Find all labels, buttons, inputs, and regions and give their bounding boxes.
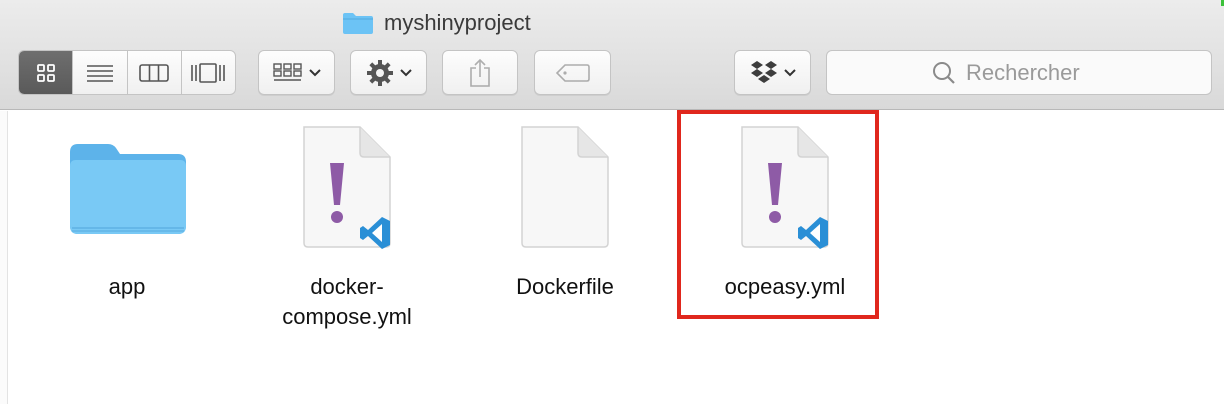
sidebar-edge	[0, 111, 8, 404]
icon-view-button[interactable]	[19, 51, 74, 94]
column-view-button[interactable]	[128, 51, 182, 94]
search-icon	[933, 61, 955, 84]
share-button[interactable]	[442, 50, 518, 95]
cover-flow-view-button[interactable]	[182, 51, 235, 94]
grid-icon	[36, 63, 55, 82]
dropbox-icon	[750, 60, 777, 83]
file-icon-container	[470, 118, 660, 258]
window-toolbar: myshinyproject	[0, 0, 1224, 110]
chevron-down-icon	[783, 68, 796, 76]
file-item-docker-compose[interactable]: docker-compose.yml	[252, 118, 442, 332]
window-title: myshinyproject	[342, 8, 531, 38]
file-name: Dockerfile	[516, 274, 614, 299]
file-icon-container	[252, 118, 442, 258]
share-icon	[470, 58, 490, 87]
search-input[interactable]	[966, 59, 1106, 86]
arrange-grid-icon	[272, 62, 302, 81]
list-view-button[interactable]	[73, 51, 128, 94]
action-button[interactable]	[350, 50, 427, 95]
cover-flow-icon	[191, 62, 226, 83]
document-file-icon	[521, 126, 609, 248]
file-item-app[interactable]: app	[32, 118, 222, 302]
file-item-dockerfile[interactable]: Dockerfile	[470, 118, 660, 302]
window-title-text: myshinyproject	[384, 10, 531, 35]
gear-icon	[366, 59, 393, 86]
chevron-down-icon	[399, 68, 412, 76]
chevron-down-icon	[308, 68, 321, 76]
view-mode-segmented-control	[18, 50, 236, 95]
tag-icon	[555, 63, 590, 82]
arrange-button[interactable]	[258, 50, 335, 95]
highlight-box	[677, 110, 879, 319]
columns-icon	[139, 63, 169, 82]
file-name: docker-compose.yml	[282, 274, 412, 329]
folder-icon	[343, 13, 373, 34]
tags-button[interactable]	[534, 50, 611, 95]
file-name: app	[108, 274, 146, 299]
search-field[interactable]	[826, 50, 1212, 95]
dropbox-button[interactable]	[734, 50, 811, 95]
file-icon-container	[32, 118, 222, 258]
folder-icon	[70, 144, 186, 234]
list-icon	[86, 64, 113, 82]
yaml-file-icon	[303, 126, 391, 249]
